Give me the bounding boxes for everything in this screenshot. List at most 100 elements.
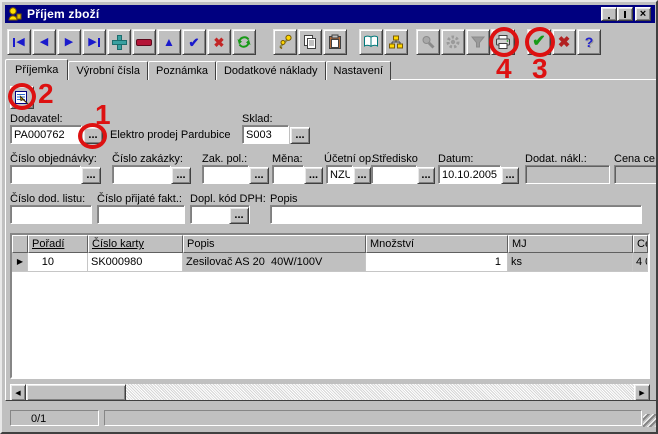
tab-label: Poznámka — [156, 65, 208, 77]
tab-poznamka[interactable]: Poznámka — [148, 61, 216, 80]
close-icon: × — [640, 9, 646, 20]
popis-input[interactable] — [270, 205, 642, 224]
tab-nastaveni[interactable]: Nastavení — [326, 61, 392, 80]
dodat-nakl-field — [525, 165, 610, 184]
grid-header-poradi[interactable]: Pořadí — [28, 235, 88, 253]
filter-funnel-icon — [470, 34, 486, 50]
horizontal-scrollbar[interactable]: ◀ ▶ — [10, 384, 650, 401]
row-pointer-icon: ▶ — [12, 253, 28, 272]
delete-document-button[interactable]: ✖ — [552, 29, 576, 55]
grid-header-popis[interactable]: Popis — [183, 235, 366, 253]
copy-button[interactable] — [298, 29, 322, 55]
grid-header-cislo-karty[interactable]: Číslo karty — [88, 235, 183, 253]
tab-prijemka[interactable]: Příjemka — [5, 59, 68, 80]
last-record-button[interactable]: ▶ — [82, 29, 106, 55]
scrollbar-thumb[interactable] — [26, 384, 126, 401]
ucetni-op-lookup-button[interactable]: ... — [353, 167, 371, 184]
cislo-prijate-fakt-label: Číslo přijaté fakt.: — [97, 193, 182, 205]
cell-mj[interactable]: ks — [508, 253, 633, 272]
cell-poradi[interactable]: 10 — [28, 253, 88, 272]
next-record-button[interactable]: ▶ — [57, 29, 81, 55]
cislo-zakazky-input[interactable] — [112, 165, 171, 184]
select-card-button[interactable] — [10, 86, 34, 109]
cancel-record-button[interactable]: ✖ — [207, 29, 231, 55]
dodat-nakl-label: Dodat. nákl.: — [525, 153, 587, 165]
datum-lookup-button[interactable]: ... — [501, 167, 519, 184]
resize-grip[interactable] — [643, 414, 656, 427]
grid-header-mj[interactable]: MJ — [508, 235, 633, 253]
zak-pol-lookup-button[interactable]: ... — [249, 167, 269, 184]
status-bar: 0/1 — [5, 406, 657, 430]
tab-page-prijemka: Dodavatel: ... Elektro prodej Pardubice … — [5, 79, 657, 401]
minimize-icon — [608, 17, 610, 19]
maximize-button[interactable] — [617, 7, 633, 21]
blue-check-icon: ✔ — [189, 36, 200, 49]
dodavatel-lookup-button[interactable]: ... — [83, 127, 103, 144]
tab-vyrobni-cisla[interactable]: Výrobní čísla — [68, 61, 148, 80]
grid-row[interactable]: ▶ 10 SK000980 Zesilovač AS 20 40W/100V 1… — [12, 253, 648, 272]
first-record-button[interactable]: ◀ — [7, 29, 31, 55]
scroll-right-button[interactable]: ▶ — [634, 384, 650, 401]
ucetni-op-input[interactable] — [326, 165, 353, 184]
copy-icon — [302, 34, 318, 50]
dopl-kod-dph-lookup-button[interactable]: ... — [229, 207, 249, 224]
stredisko-label: Středisko — [372, 153, 418, 165]
tab-label: Příjemka — [15, 64, 58, 76]
app-icon — [7, 6, 23, 22]
cislo-objednavky-lookup-button[interactable]: ... — [81, 167, 101, 184]
cislo-dod-listu-label: Číslo dod. listu: — [10, 193, 85, 205]
print-button[interactable] — [491, 29, 515, 55]
window-title: Příjem zboží — [27, 7, 99, 21]
mena-lookup-button[interactable]: ... — [304, 167, 323, 184]
mena-input[interactable] — [272, 165, 304, 184]
sklad-input[interactable] — [242, 125, 289, 144]
cell-mnozstvi[interactable]: 1 — [366, 253, 508, 272]
scrollbar-track[interactable] — [126, 384, 634, 401]
cell-popis[interactable]: Zesilovač AS 20 40W/100V — [183, 253, 366, 272]
datum-input[interactable] — [438, 165, 501, 184]
refresh-icon — [236, 34, 252, 50]
scroll-left-button[interactable]: ◀ — [10, 384, 26, 401]
tab-label: Dodatkové náklady — [224, 65, 318, 77]
cislo-objednavky-input[interactable] — [10, 165, 81, 184]
catalog-book-button[interactable] — [359, 29, 383, 55]
confirm-document-button[interactable]: ✔ — [527, 29, 551, 55]
book-icon — [363, 34, 379, 50]
tab-dodatkove-naklady[interactable]: Dodatkové náklady — [216, 61, 326, 80]
filter-button — [466, 29, 490, 55]
record-counter: 0/1 — [10, 410, 99, 426]
cislo-dod-listu-input[interactable] — [10, 205, 92, 224]
cell-cena[interactable]: 4 0 — [633, 253, 648, 272]
delete-record-button[interactable] — [132, 29, 156, 55]
sklad-lookup-button[interactable]: ... — [290, 127, 310, 144]
keys-button[interactable] — [273, 29, 297, 55]
stredisko-lookup-button[interactable]: ... — [417, 167, 435, 184]
dodavatel-input[interactable] — [10, 125, 82, 144]
items-grid: Pořadí Číslo karty Popis Množství MJ Ce … — [10, 233, 650, 379]
status-message-panel — [104, 410, 642, 426]
scroll-left-icon: ◀ — [15, 389, 20, 397]
grid-header-cena[interactable]: Ce — [633, 235, 648, 253]
minimize-button[interactable] — [601, 7, 617, 21]
zak-pol-label: Zak. pol.: — [202, 153, 247, 165]
stredisko-input[interactable] — [371, 165, 417, 184]
title-bar[interactable]: Příjem zboží × — [5, 5, 655, 23]
card-locks-button[interactable] — [384, 29, 408, 55]
help-button[interactable]: ? — [577, 29, 601, 55]
popis-label: Popis — [270, 193, 298, 205]
maximize-icon — [624, 11, 626, 18]
cell-cislo-karty[interactable]: SK000980 — [88, 253, 183, 272]
ucetni-op-label: Účetní op. — [324, 153, 374, 165]
accept-record-button[interactable]: ✔ — [182, 29, 206, 55]
cislo-zakazky-lookup-button[interactable]: ... — [171, 167, 191, 184]
edit-record-button[interactable]: ▲ — [157, 29, 181, 55]
cislo-prijate-fakt-input[interactable] — [97, 205, 185, 224]
zak-pol-input[interactable] — [202, 165, 249, 184]
add-record-button[interactable] — [107, 29, 131, 55]
tab-label: Výrobní čísla — [76, 65, 140, 77]
close-button[interactable]: × — [635, 7, 651, 21]
grid-header-mnozstvi[interactable]: Množství — [366, 235, 508, 253]
paste-button[interactable] — [323, 29, 347, 55]
previous-record-button[interactable]: ◀ — [32, 29, 56, 55]
refresh-button[interactable] — [232, 29, 256, 55]
